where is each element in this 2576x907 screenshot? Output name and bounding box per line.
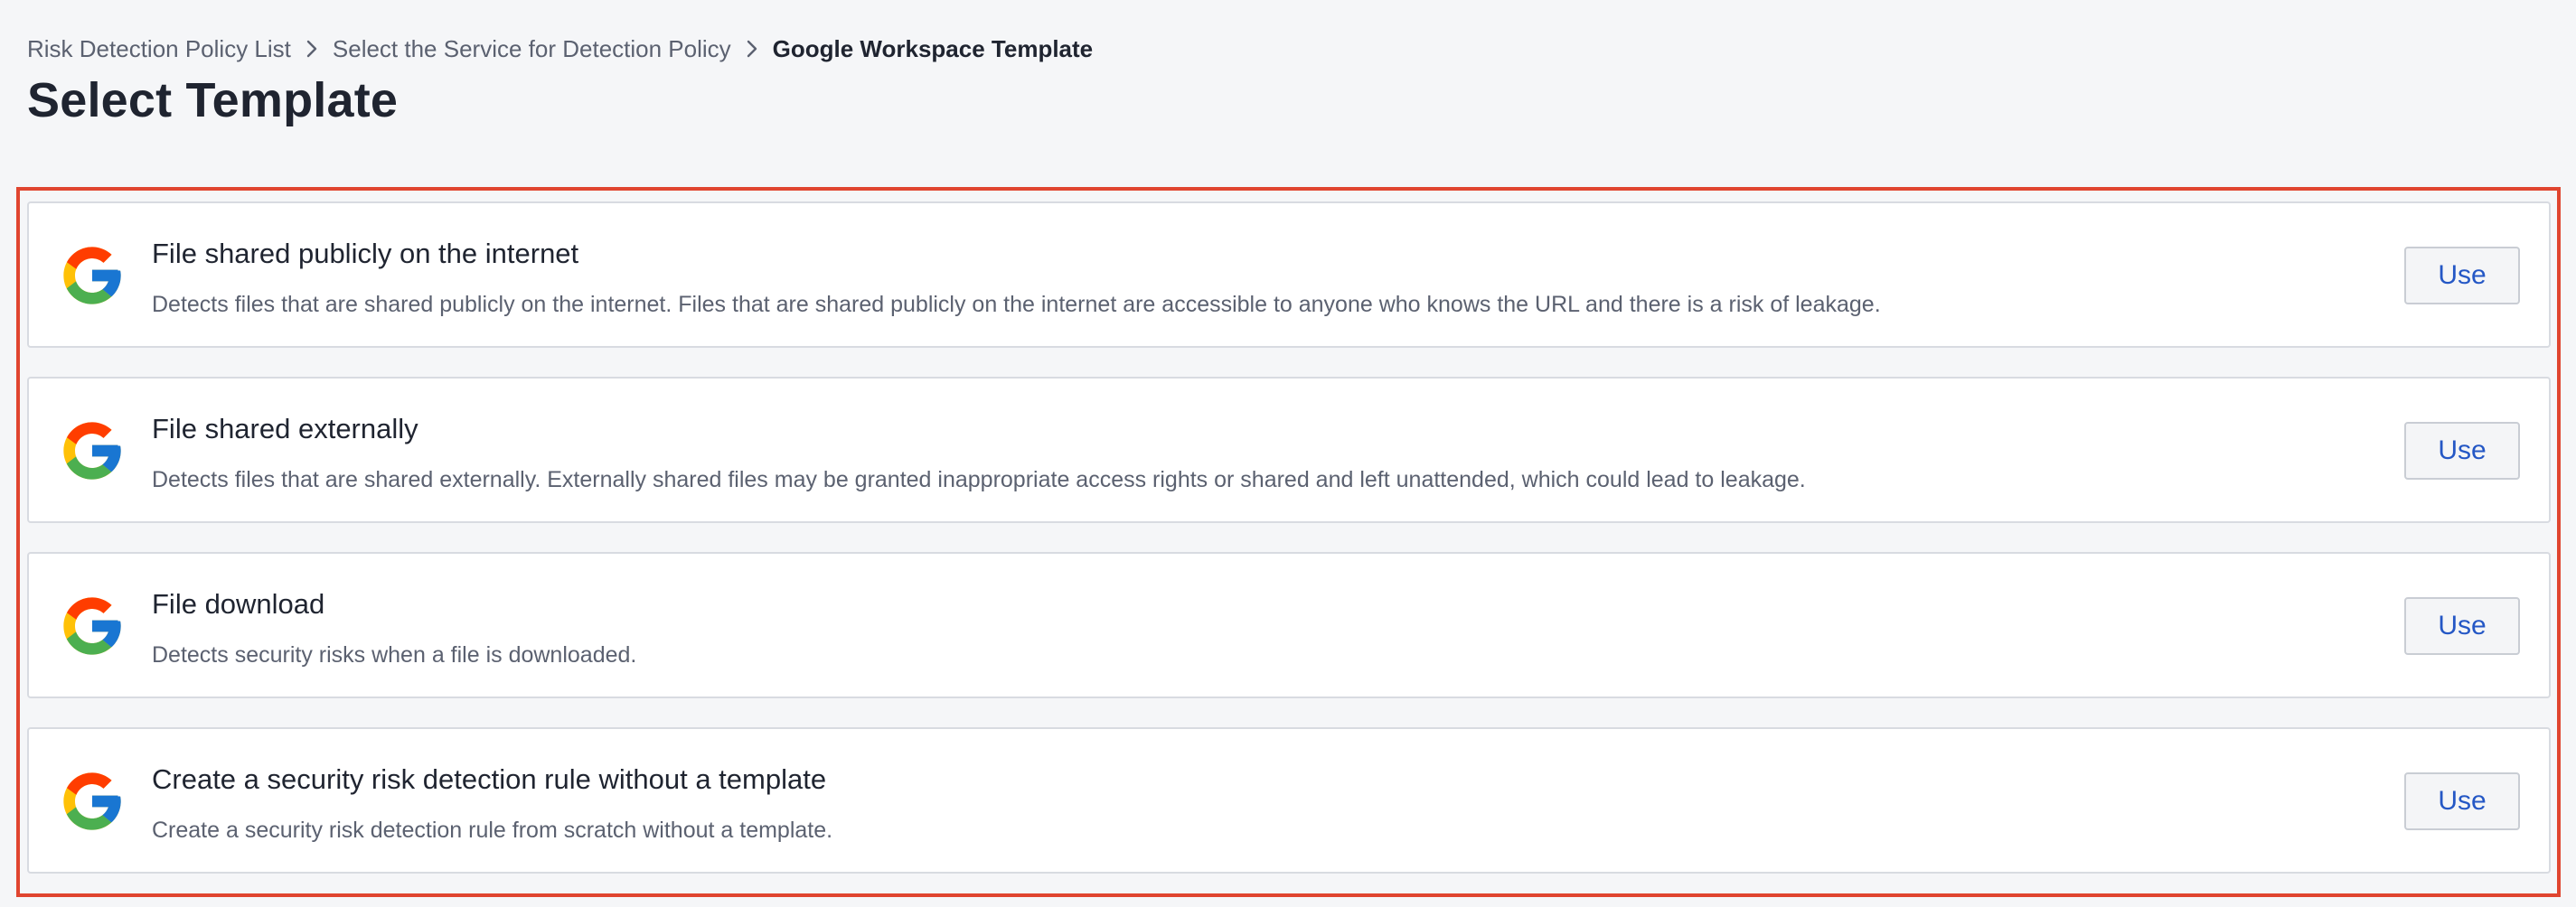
template-description: Create a security risk detection rule fr… — [152, 818, 833, 843]
template-card-file-download: File download Detects security risks whe… — [27, 552, 2551, 698]
template-title: Create a security risk detection rule wi… — [152, 763, 827, 795]
template-title: File shared externally — [152, 413, 418, 444]
use-template-button[interactable]: Use — [2404, 247, 2520, 304]
template-card-file-shared-externally: File shared externally Detects files tha… — [27, 377, 2551, 523]
template-description: Detects security risks when a file is do… — [152, 642, 637, 668]
template-title: File shared publicly on the internet — [152, 238, 579, 269]
template-description: Detects files that are shared externally… — [152, 467, 1806, 492]
use-template-button[interactable]: Use — [2404, 422, 2520, 480]
google-g-icon — [58, 767, 127, 836]
google-g-icon — [58, 416, 127, 485]
breadcrumb: Risk Detection Policy List Select the Se… — [27, 31, 1093, 67]
template-card-file-shared-publicly: File shared publicly on the internet Det… — [27, 201, 2551, 348]
use-template-button[interactable]: Use — [2404, 772, 2520, 830]
use-template-button[interactable]: Use — [2404, 597, 2520, 655]
breadcrumb-item-select-service[interactable]: Select the Service for Detection Policy — [333, 35, 731, 63]
google-g-icon — [58, 592, 127, 660]
chevron-right-icon — [291, 31, 333, 67]
google-g-icon — [58, 241, 127, 310]
page-title: Select Template — [27, 73, 399, 127]
template-card-no-template: Create a security risk detection rule wi… — [27, 727, 2551, 874]
chevron-right-icon — [731, 31, 773, 67]
breadcrumb-item-current: Google Workspace Template — [772, 34, 1094, 62]
template-description: Detects files that are shared publicly o… — [152, 292, 1881, 317]
template-title: File download — [152, 588, 325, 620]
breadcrumb-item-risk-detection-policy-list[interactable]: Risk Detection Policy List — [27, 35, 291, 63]
